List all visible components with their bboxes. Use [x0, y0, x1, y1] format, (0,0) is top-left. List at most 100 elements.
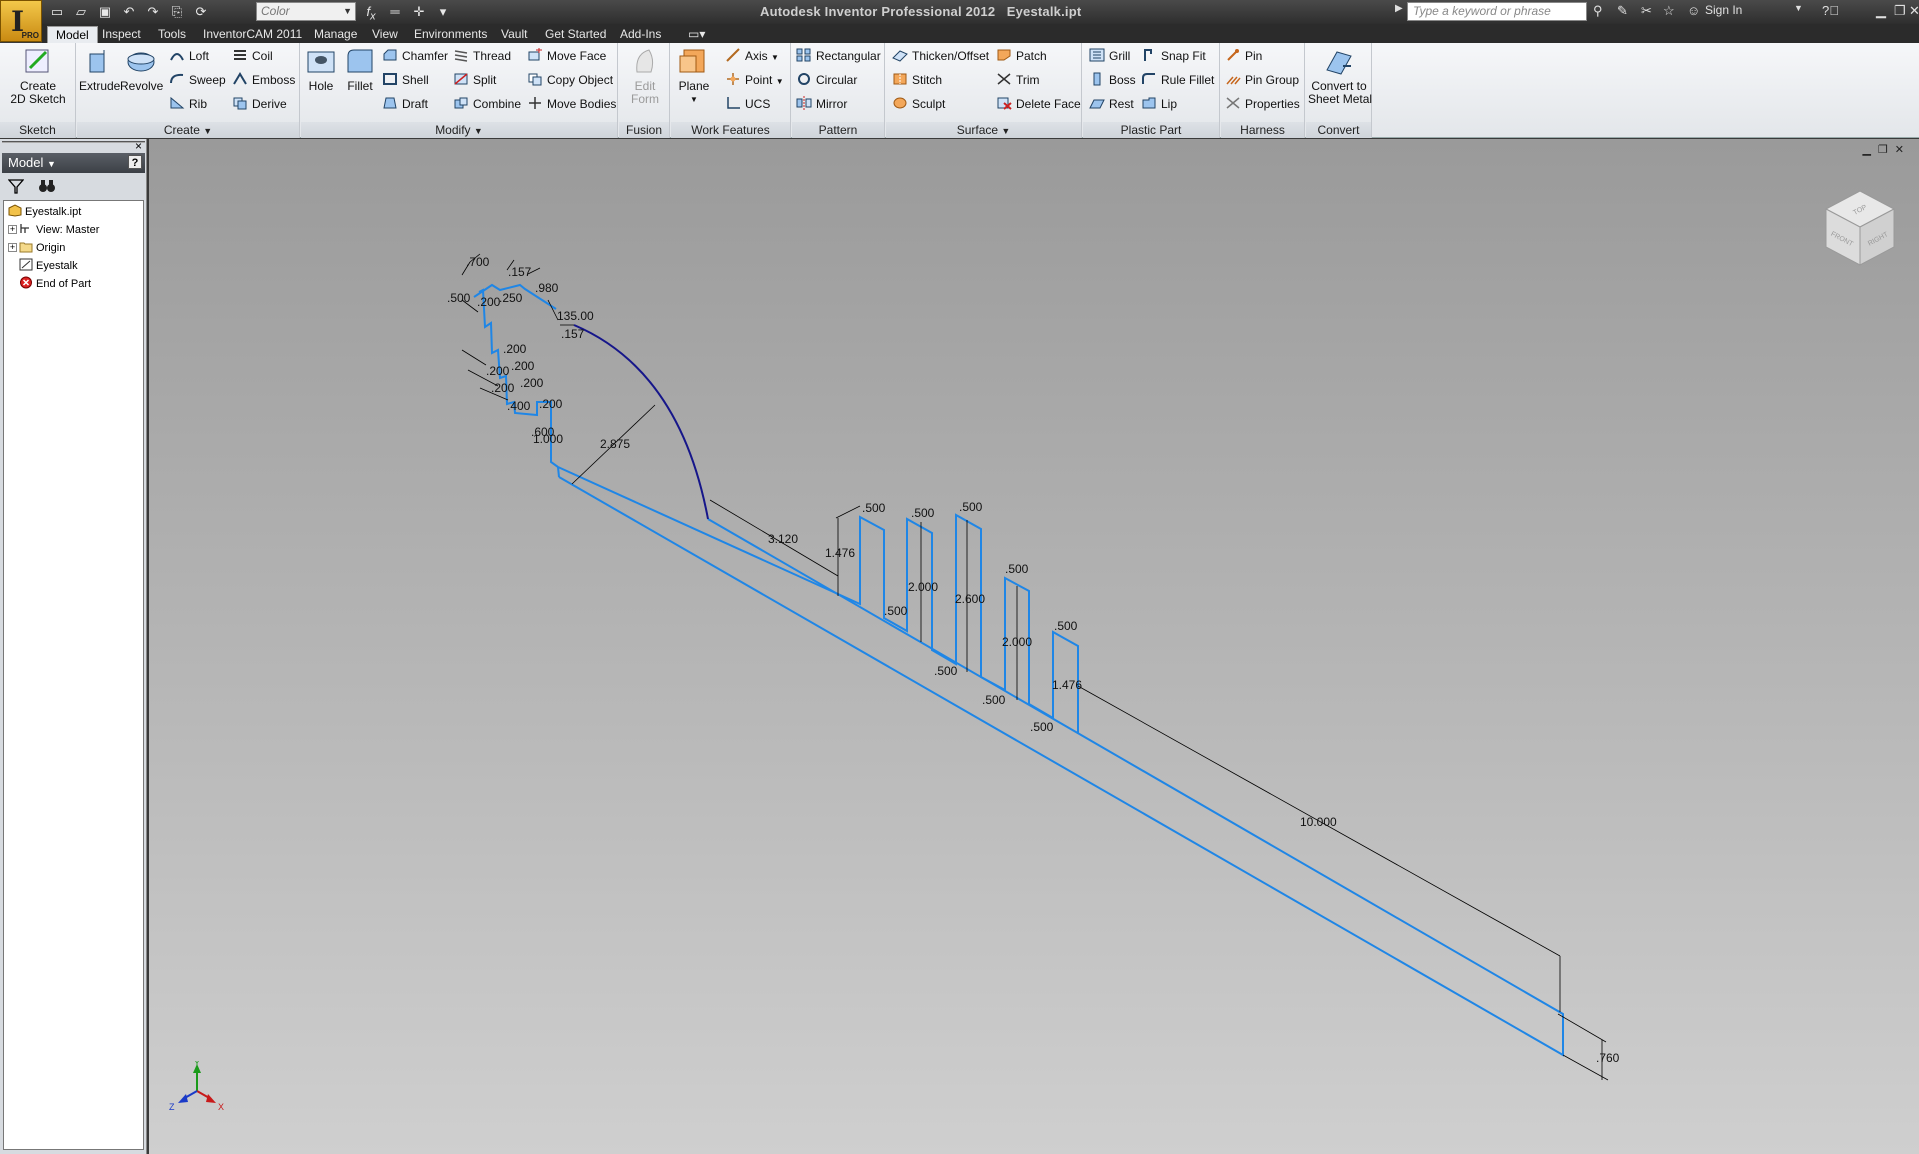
- plane-button[interactable]: Plane ▼: [675, 46, 713, 106]
- tab-model[interactable]: Model: [47, 26, 98, 43]
- sweep-button[interactable]: Sweep: [169, 71, 226, 89]
- axis-button[interactable]: Axis ▼: [725, 47, 779, 65]
- tab-environments[interactable]: Environments: [406, 26, 495, 43]
- browser-close-button[interactable]: ×: [135, 139, 142, 153]
- pin-group-button[interactable]: Pin Group: [1225, 71, 1299, 89]
- shell-button[interactable]: Shell: [382, 71, 429, 89]
- create-panel-label[interactable]: Create ▼: [77, 122, 299, 138]
- pattern-panel-label: Pattern: [792, 122, 884, 138]
- tab-inspect[interactable]: Inspect: [94, 26, 149, 43]
- modify-panel-label[interactable]: Modify ▼: [301, 122, 617, 138]
- copy-object-button[interactable]: Copy Object: [527, 71, 613, 89]
- surface-panel-label[interactable]: Surface ▼: [886, 122, 1081, 138]
- filter-icon[interactable]: [8, 178, 24, 194]
- help-search-input[interactable]: Type a keyword or phrase: [1407, 2, 1587, 21]
- move-face-button[interactable]: Move Face: [527, 47, 606, 65]
- rest-button[interactable]: Rest: [1089, 95, 1134, 113]
- browser-help-button[interactable]: ?: [128, 155, 142, 169]
- browser-header[interactable]: Model ▼ ?: [2, 153, 145, 173]
- new-file-icon[interactable]: ▭: [48, 4, 66, 20]
- ribbon-display-toggle-icon[interactable]: ▭▾: [680, 26, 713, 43]
- undo-icon[interactable]: ↶: [120, 4, 138, 20]
- dimension-label: .500: [1005, 562, 1029, 576]
- communication-center-icon[interactable]: ✂: [1641, 3, 1652, 19]
- snap-fit-button[interactable]: Snap Fit: [1141, 47, 1206, 65]
- loft-button[interactable]: Loft: [169, 47, 209, 65]
- color-override-combo[interactable]: Color ▼: [256, 2, 356, 21]
- restore-window-button[interactable]: ❐: [1894, 3, 1906, 19]
- combine-button[interactable]: Combine: [453, 95, 521, 113]
- derive-button[interactable]: Derive: [232, 95, 287, 113]
- boss-button[interactable]: Boss: [1089, 71, 1136, 89]
- z-axis-arrow: [178, 1094, 188, 1103]
- open-file-icon[interactable]: ▱: [72, 4, 90, 20]
- harness-properties-button[interactable]: Properties: [1225, 95, 1300, 113]
- tree-node-end-of-part[interactable]: End of Part: [19, 276, 91, 292]
- return-icon[interactable]: ⎘: [168, 4, 186, 20]
- tab-manage[interactable]: Manage: [306, 26, 365, 43]
- stitch-button[interactable]: Stitch: [892, 71, 942, 89]
- measure-icon[interactable]: ═: [386, 4, 404, 20]
- fillet-button[interactable]: Fillet: [343, 46, 377, 93]
- circular-pattern-button[interactable]: Circular: [796, 71, 857, 89]
- mirror-button[interactable]: Mirror: [796, 95, 847, 113]
- help-icon[interactable]: ?⃝: [1822, 3, 1839, 18]
- lip-button[interactable]: Lip: [1141, 95, 1177, 113]
- thicken-offset-button[interactable]: Thicken/Offset: [892, 47, 989, 65]
- tab-get-started[interactable]: Get Started: [537, 26, 614, 43]
- binoculars-search-icon[interactable]: ⚲: [1593, 3, 1603, 19]
- move-bodies-button[interactable]: Move Bodies: [527, 95, 616, 113]
- expand-search-icon[interactable]: ▶: [1395, 3, 1403, 14]
- browser-grip-handle[interactable]: [2, 141, 145, 151]
- tab-inventorcam[interactable]: InventorCAM 2011: [195, 26, 310, 43]
- tab-view[interactable]: View: [364, 26, 406, 43]
- emboss-button[interactable]: Emboss: [232, 71, 295, 89]
- graphics-viewport[interactable]: ▁❐✕ TOP FRONT RIGHT .700 .157 .980 .500 …: [149, 139, 1919, 1154]
- chamfer-button[interactable]: Chamfer: [382, 47, 448, 65]
- tree-node-part[interactable]: Eyestalk.ipt: [8, 204, 81, 220]
- hole-button[interactable]: Hole: [305, 46, 337, 93]
- convert-to-sheet-metal-button[interactable]: Convert to Sheet Metal: [1308, 46, 1372, 106]
- point-button[interactable]: Point ▼: [725, 71, 784, 89]
- favorites-star-icon[interactable]: ☆: [1663, 3, 1675, 19]
- binoculars-icon[interactable]: [38, 178, 56, 194]
- split-button[interactable]: Split: [453, 71, 496, 89]
- customize-qat-icon[interactable]: ▾: [434, 4, 452, 20]
- expand-icon[interactable]: +: [8, 225, 17, 234]
- parameters-fx-icon[interactable]: fx: [362, 4, 380, 23]
- draft-button[interactable]: Draft: [382, 95, 428, 113]
- rectangular-pattern-button[interactable]: Rectangular: [796, 47, 881, 65]
- application-menu-button[interactable]: I PRO: [0, 0, 42, 42]
- pin-button[interactable]: Pin: [1225, 47, 1262, 65]
- rule-fillet-button[interactable]: Rule Fillet: [1141, 71, 1214, 89]
- rib-button[interactable]: Rib: [169, 95, 207, 113]
- tree-node-origin[interactable]: + Origin: [8, 240, 65, 256]
- redo-icon[interactable]: ↷: [144, 4, 162, 20]
- ucs-button[interactable]: UCS: [725, 95, 770, 113]
- close-window-button[interactable]: ✕: [1909, 3, 1919, 19]
- trim-button[interactable]: Trim: [996, 71, 1040, 89]
- grill-button[interactable]: Grill: [1089, 47, 1130, 65]
- delete-face-button[interactable]: Delete Face: [996, 95, 1081, 113]
- extrude-button[interactable]: Extrude: [79, 46, 120, 93]
- sign-in-menu-icon[interactable]: ▼: [1794, 3, 1803, 13]
- tree-node-sketch[interactable]: Eyestalk: [19, 258, 78, 274]
- sign-in-link[interactable]: Sign In: [1705, 3, 1742, 17]
- update-icon[interactable]: ⟳: [192, 4, 210, 20]
- edit-form-button[interactable]: Edit Form: [625, 46, 665, 106]
- expand-icon[interactable]: +: [8, 243, 17, 252]
- tree-node-view[interactable]: + View: Master: [8, 222, 99, 238]
- patch-button[interactable]: Patch: [996, 47, 1047, 65]
- minimize-window-button[interactable]: ▁: [1876, 3, 1886, 19]
- tab-vault[interactable]: Vault: [493, 26, 535, 43]
- sculpt-button[interactable]: Sculpt: [892, 95, 945, 113]
- tab-add-ins[interactable]: Add-Ins: [612, 26, 669, 43]
- subscription-center-icon[interactable]: ✎: [1617, 3, 1628, 19]
- thread-button[interactable]: Thread: [453, 47, 511, 65]
- create-2d-sketch-button[interactable]: Create 2D Sketch: [6, 46, 70, 106]
- select-icon[interactable]: ✛: [410, 4, 428, 20]
- revolve-button[interactable]: Revolve: [120, 46, 163, 93]
- save-icon[interactable]: ▣: [96, 4, 114, 20]
- coil-button[interactable]: Coil: [232, 47, 273, 65]
- tab-tools[interactable]: Tools: [150, 26, 194, 43]
